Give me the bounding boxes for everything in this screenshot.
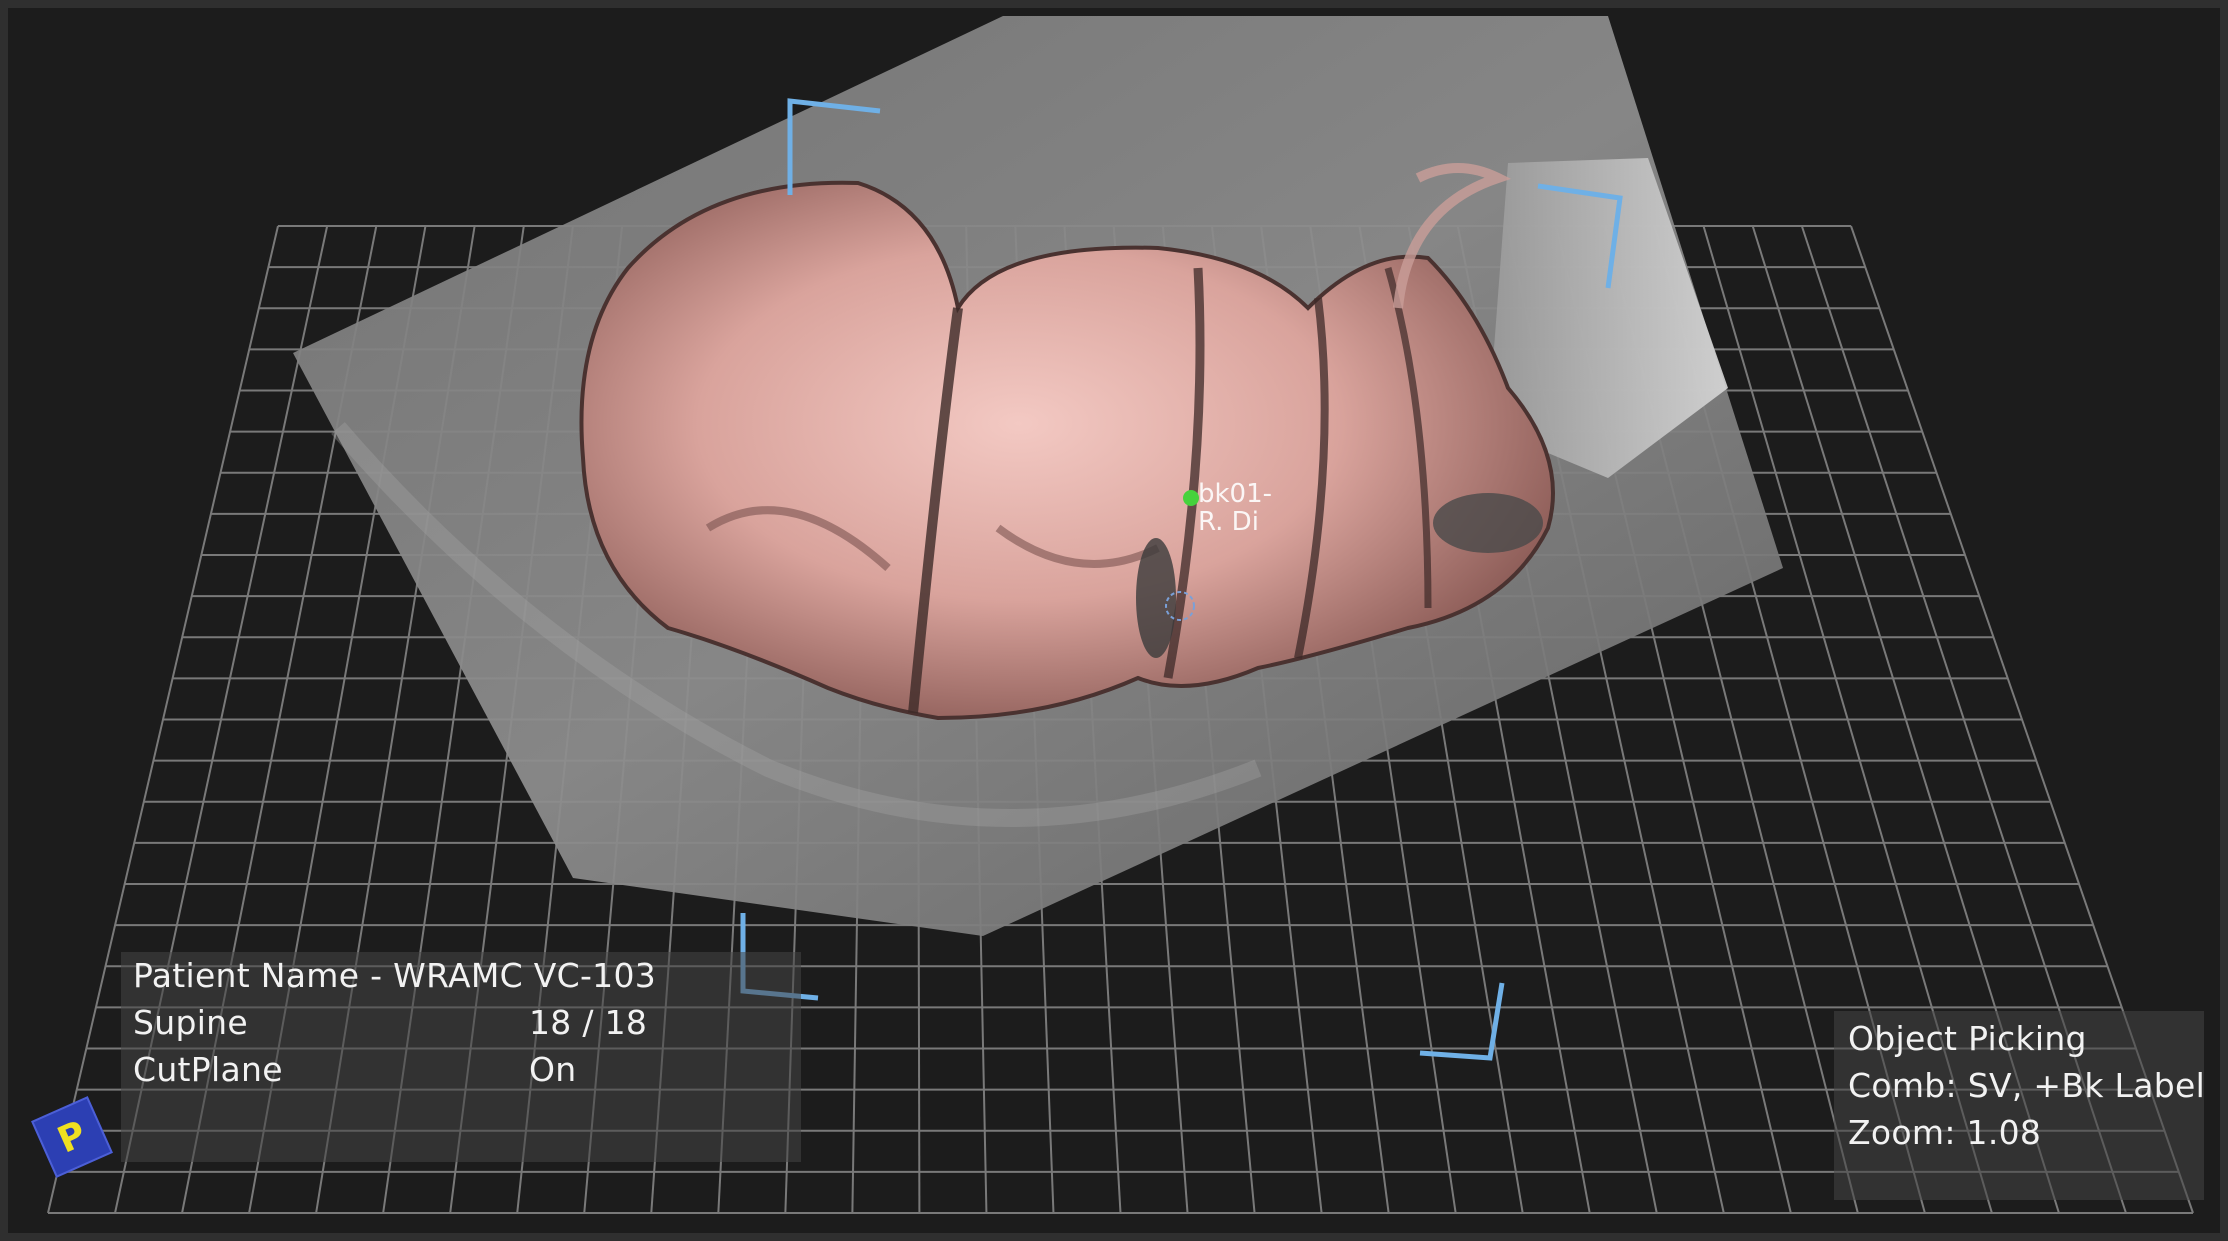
patient-name-row: Patient Name - WRAMC VC-103 (133, 952, 801, 999)
position-row: Supine 18 / 18 (133, 999, 801, 1046)
position-value: 18 / 18 (529, 1003, 648, 1042)
patient-name-text: Patient Name - WRAMC VC-103 (133, 956, 657, 995)
zoom-text: Zoom: 1.08 (1848, 1113, 2042, 1152)
position-label: Supine (133, 1003, 248, 1042)
picked-object-label: bk01- R. Di (1198, 480, 1272, 536)
picked-object-label-line1: bk01- (1198, 479, 1273, 509)
cutplane-label: CutPlane (133, 1050, 283, 1089)
corner-bracket-bottom-right (1419, 982, 1505, 1061)
picked-object-label-line2: R. Di (1198, 507, 1259, 537)
orientation-letter: P (51, 1113, 93, 1162)
cutplane-row: CutPlane On (133, 1046, 801, 1093)
cutplane-value: On (529, 1050, 577, 1089)
mode-text: Object Picking (1848, 1019, 2087, 1058)
combination-text: Comb: SV, +Bk Label (1848, 1066, 2206, 1105)
3d-volume-viewport[interactable]: bk01- R. Di Patient Name - WRAMC VC-103 … (0, 0, 2228, 1241)
viewer-status-overlay: Object Picking Comb: SV, +Bk Label Zoom:… (1834, 1011, 2206, 1200)
patient-info-overlay: Patient Name - WRAMC VC-103 Supine 18 / … (121, 952, 801, 1162)
